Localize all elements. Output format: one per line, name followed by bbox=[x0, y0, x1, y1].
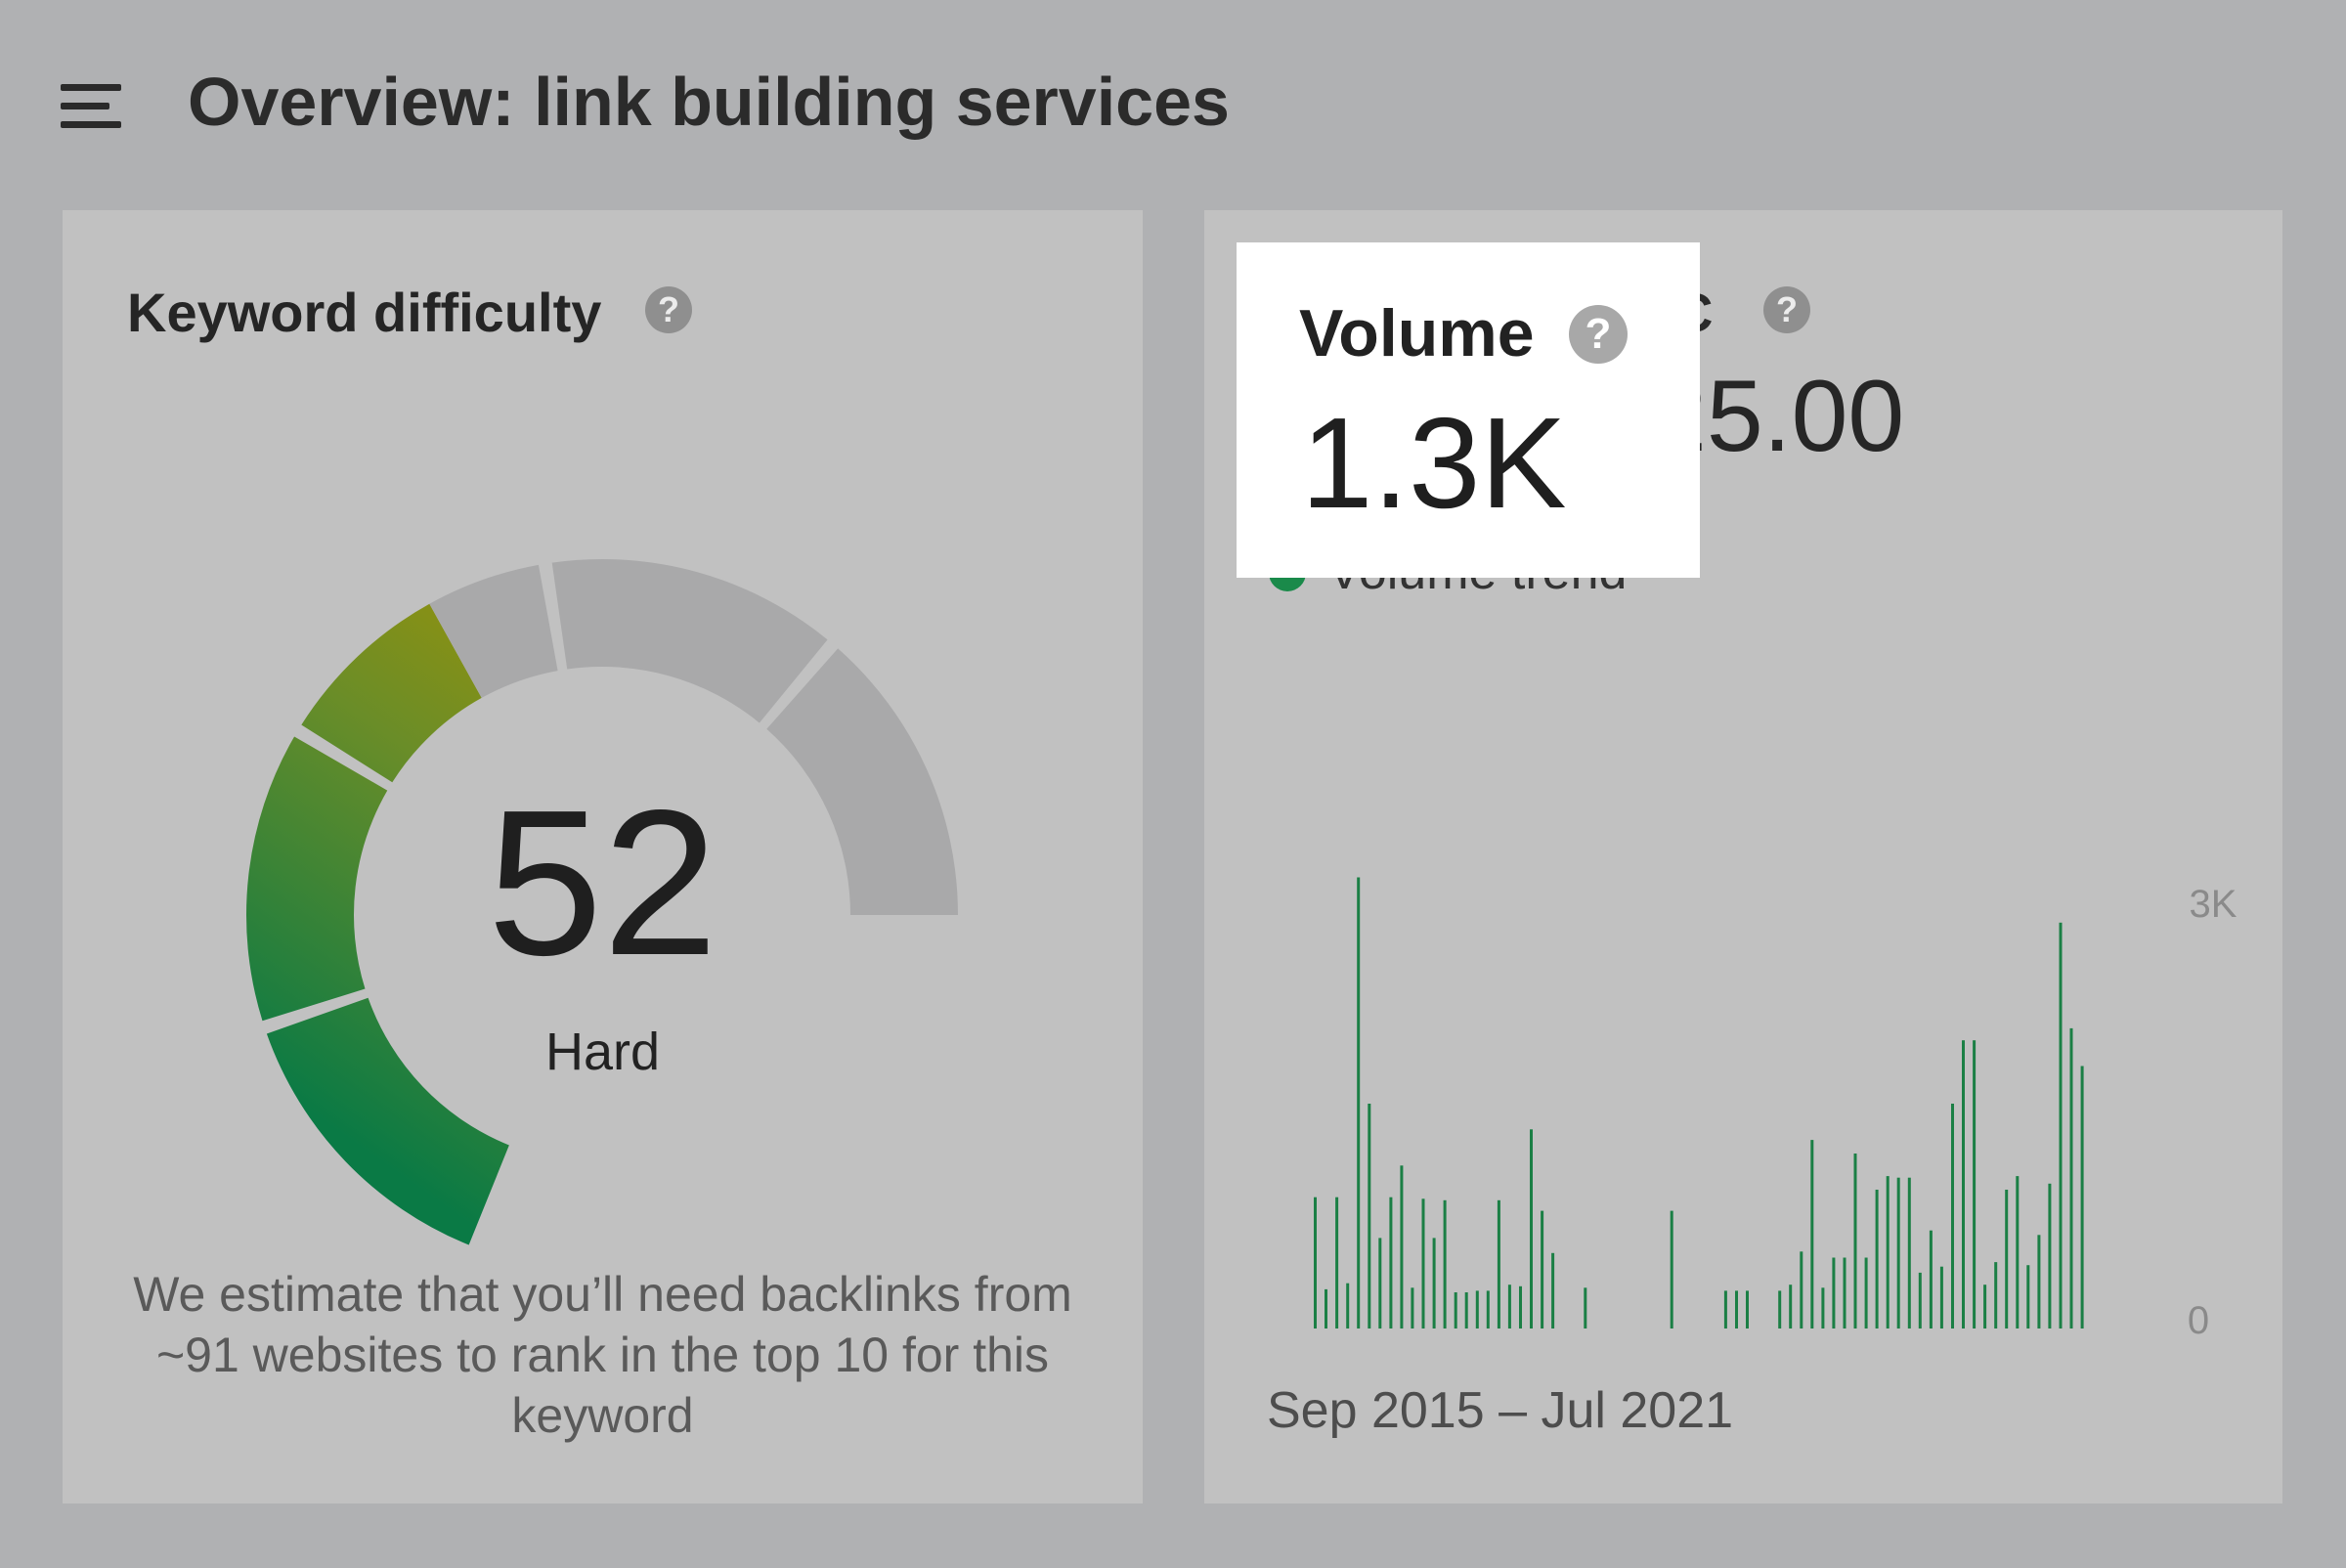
volume-bar[interactable] bbox=[1735, 1290, 1738, 1328]
help-icon[interactable]: ? bbox=[1569, 305, 1628, 364]
volume-heading: Volume bbox=[1299, 296, 1535, 370]
volume-bar[interactable] bbox=[1918, 1272, 1922, 1328]
volume-bar[interactable] bbox=[2005, 1190, 2009, 1328]
page-title: Overview: link building services bbox=[188, 64, 1230, 140]
volume-bar[interactable] bbox=[2026, 1265, 2030, 1328]
volume-bar[interactable] bbox=[1519, 1285, 1522, 1328]
volume-bar[interactable] bbox=[1378, 1238, 1382, 1328]
volume-bar[interactable] bbox=[1896, 1177, 1900, 1328]
volume-bar[interactable] bbox=[1962, 1040, 1965, 1328]
volume-bar[interactable] bbox=[1864, 1257, 1868, 1329]
volume-bar[interactable] bbox=[1400, 1165, 1404, 1328]
volume-bar[interactable] bbox=[2048, 1183, 2052, 1328]
volume-bar[interactable] bbox=[1778, 1290, 1782, 1328]
gauge-segment-empty bbox=[551, 559, 828, 723]
volume-bar[interactable] bbox=[1853, 1154, 1857, 1328]
difficulty-score: 52 bbox=[487, 766, 718, 998]
difficulty-level: Hard bbox=[544, 1023, 661, 1081]
hamburger-menu-icon[interactable] bbox=[61, 80, 123, 131]
volume-bar[interactable] bbox=[1454, 1292, 1457, 1328]
volume-bar[interactable] bbox=[1584, 1287, 1587, 1328]
volume-bar[interactable] bbox=[1464, 1292, 1468, 1328]
volume-value: 1.3K bbox=[1301, 391, 1567, 535]
volume-bar[interactable] bbox=[1432, 1238, 1436, 1328]
volume-bar[interactable] bbox=[1886, 1176, 1890, 1328]
volume-bar[interactable] bbox=[1325, 1288, 1327, 1328]
volume-bar[interactable] bbox=[2059, 922, 2063, 1328]
volume-highlight-box: Volume ? 1.3K bbox=[1237, 242, 1700, 578]
volume-bar[interactable] bbox=[1551, 1252, 1555, 1328]
volume-bar[interactable] bbox=[1973, 1040, 1977, 1328]
y-axis-min-label: 0 bbox=[2188, 1299, 2209, 1342]
volume-bar[interactable] bbox=[1314, 1197, 1317, 1328]
volume-bar[interactable] bbox=[1368, 1104, 1371, 1328]
volume-bar[interactable] bbox=[1541, 1210, 1544, 1328]
volume-bar[interactable] bbox=[1746, 1290, 1749, 1328]
volume-bar[interactable] bbox=[1939, 1266, 1943, 1328]
volume-bar[interactable] bbox=[1983, 1285, 1987, 1328]
volume-bar[interactable] bbox=[1951, 1104, 1954, 1328]
volume-bar[interactable] bbox=[1789, 1285, 1793, 1328]
volume-bar[interactable] bbox=[1335, 1197, 1339, 1328]
volume-bar[interactable] bbox=[1800, 1251, 1803, 1328]
volume-bar[interactable] bbox=[1357, 877, 1361, 1329]
volume-bar[interactable] bbox=[2080, 1066, 2084, 1329]
volume-bar[interactable] bbox=[1421, 1198, 1425, 1328]
volume-bar[interactable] bbox=[1875, 1190, 1879, 1328]
keyword-difficulty-card: Keyword difficulty ? 52 Hard We estimate… bbox=[63, 210, 1143, 1503]
volume-bar[interactable] bbox=[1497, 1199, 1500, 1328]
volume-bar[interactable] bbox=[2069, 1027, 2073, 1328]
volume-bar[interactable] bbox=[1530, 1129, 1533, 1328]
volume-bar[interactable] bbox=[1346, 1283, 1350, 1328]
volume-bar[interactable] bbox=[1843, 1257, 1846, 1329]
date-range-label: Sep 2015 – Jul 2021 bbox=[1267, 1382, 1734, 1439]
backlinks-estimate-text: We estimate that you’ll need backlinks f… bbox=[133, 1267, 1072, 1443]
volume-bar[interactable] bbox=[1832, 1257, 1836, 1329]
keyword-overview-page: Overview: link building services Keyword… bbox=[0, 0, 2346, 1568]
volume-bar[interactable] bbox=[1475, 1290, 1479, 1328]
volume-bar[interactable] bbox=[2037, 1235, 2041, 1328]
volume-bar[interactable] bbox=[1507, 1285, 1511, 1328]
volume-bar[interactable] bbox=[1994, 1262, 1998, 1328]
volume-bar[interactable] bbox=[2016, 1176, 2020, 1328]
volume-bar[interactable] bbox=[1670, 1210, 1673, 1328]
volume-bar[interactable] bbox=[1821, 1287, 1825, 1328]
volume-bar[interactable] bbox=[1486, 1290, 1490, 1328]
volume-bar[interactable] bbox=[1411, 1287, 1414, 1328]
volume-bar[interactable] bbox=[1443, 1199, 1447, 1328]
y-axis-max-label: 3K bbox=[2190, 883, 2237, 926]
volume-bar[interactable] bbox=[1907, 1177, 1911, 1328]
volume-bar[interactable] bbox=[1389, 1197, 1393, 1328]
volume-bar[interactable] bbox=[1929, 1230, 1933, 1328]
volume-bar[interactable] bbox=[1810, 1140, 1814, 1328]
volume-bar[interactable] bbox=[1723, 1290, 1727, 1328]
